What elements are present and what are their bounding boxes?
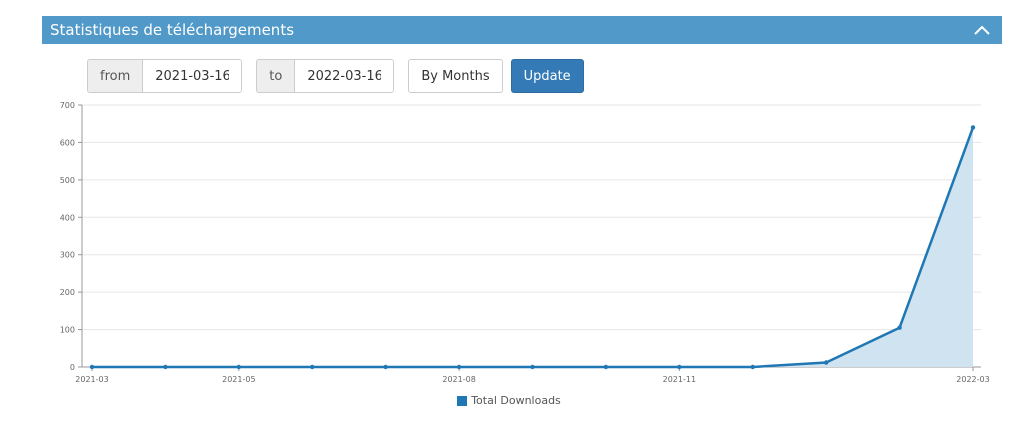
y-tick-label: 0 — [70, 363, 75, 372]
data-point — [236, 364, 242, 370]
x-tick-label: 2022-03 — [956, 375, 989, 384]
y-tick-label: 300 — [60, 251, 75, 260]
data-point — [897, 325, 902, 330]
legend-label: Total Downloads — [471, 394, 561, 407]
y-tick-label: 400 — [60, 213, 75, 222]
y-tick-label: 500 — [60, 176, 75, 185]
chart-legend: Total Downloads — [0, 394, 1018, 407]
x-tick-label: 2021-11 — [663, 375, 696, 384]
y-tick-label: 700 — [60, 101, 75, 110]
series-area — [92, 127, 973, 367]
data-point — [456, 364, 462, 370]
data-point — [89, 364, 95, 370]
data-point — [603, 364, 609, 370]
downloads-chart: 0 100 200 300 400 500 600 700 2021-03 2021-05 2021… — [60, 101, 990, 384]
legend-swatch — [457, 395, 468, 406]
y-tick-label: 200 — [60, 288, 75, 297]
data-point — [677, 364, 682, 370]
data-point — [750, 364, 755, 370]
data-point — [970, 125, 976, 130]
x-tick-label: 2021-05 — [222, 375, 255, 384]
x-tick-label: 2021-08 — [442, 375, 475, 384]
data-point — [163, 364, 168, 370]
x-tick-label: 2021-03 — [75, 375, 108, 384]
data-point — [383, 364, 388, 370]
data-point — [530, 364, 535, 370]
series-line — [92, 127, 975, 369]
y-tick-label: 600 — [60, 138, 75, 147]
data-point — [310, 364, 315, 370]
data-point — [823, 360, 829, 365]
y-tick-label: 100 — [60, 326, 75, 335]
